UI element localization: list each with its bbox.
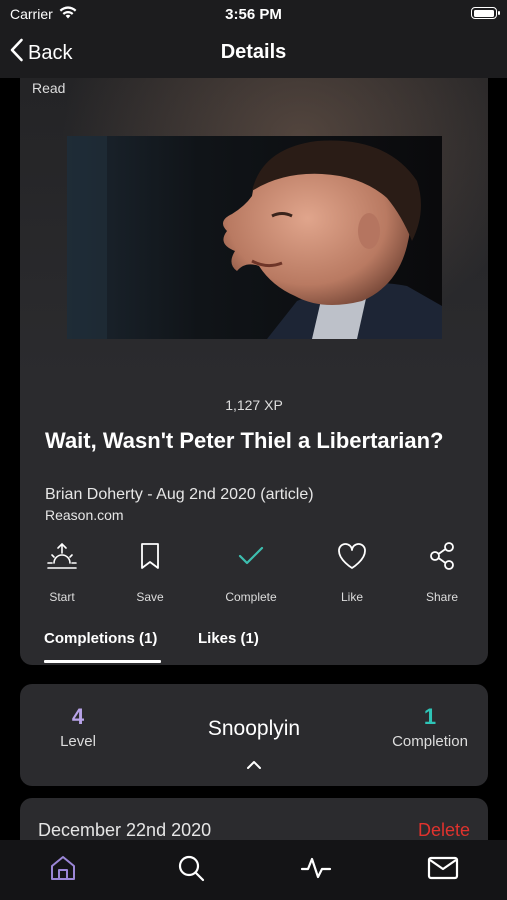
- page-title: Details: [220, 41, 287, 63]
- bottom-tab-bar: [0, 840, 507, 900]
- completion-entry-card: December 22nd 2020 Delete: [20, 798, 488, 840]
- mail-tab[interactable]: [425, 852, 461, 888]
- action-row: Start Save Complete Like Share: [20, 540, 488, 604]
- like-button[interactable]: Like: [317, 540, 387, 604]
- battery-icon: [471, 7, 500, 19]
- completion-label: Completion: [392, 733, 468, 750]
- save-label: Save: [136, 590, 164, 604]
- checkmark-icon: [216, 540, 286, 572]
- read-label: Read: [32, 80, 66, 96]
- clock: 3:56 PM: [225, 6, 282, 23]
- tab-completions[interactable]: Completions (1): [44, 630, 157, 647]
- scroll-content[interactable]: Read 1,127 XP Wait, Wasn't Peter Thiel a…: [0, 78, 507, 840]
- battery-fill: [473, 9, 494, 17]
- activity-icon: [300, 853, 332, 888]
- like-label: Like: [340, 590, 363, 604]
- start-button[interactable]: Start: [27, 540, 97, 604]
- chevron-up-icon[interactable]: [244, 757, 264, 775]
- bookmark-icon: [115, 540, 185, 572]
- article-card: Read 1,127 XP Wait, Wasn't Peter Thiel a…: [20, 78, 488, 665]
- share-icon: [407, 540, 477, 572]
- article-source[interactable]: Reason.com: [45, 507, 124, 523]
- home-icon: [48, 853, 78, 888]
- article-title: Wait, Wasn't Peter Thiel a Libertarian?: [45, 428, 444, 453]
- completion-date: December 22nd 2020: [38, 820, 212, 840]
- article-byline: Brian Doherty - Aug 2nd 2020 (article): [45, 486, 314, 503]
- status-bar: Carrier 3:56 PM: [0, 0, 507, 28]
- start-label: Start: [49, 590, 75, 604]
- delete-button[interactable]: Delete: [418, 820, 470, 840]
- search-icon: [176, 853, 206, 888]
- share-button[interactable]: Share: [407, 540, 477, 604]
- user-completion-card[interactable]: 4 Level Snooplyin 1 Completion: [20, 684, 488, 786]
- sunrise-icon: [27, 540, 97, 572]
- tab-likes[interactable]: Likes (1): [198, 630, 259, 647]
- completion-value: 1: [423, 704, 437, 729]
- home-tab[interactable]: [45, 852, 81, 888]
- search-tab[interactable]: [173, 852, 209, 888]
- xp-value: 1,127 XP: [225, 397, 283, 413]
- complete-button[interactable]: Complete: [216, 540, 286, 604]
- share-label: Share: [425, 590, 459, 604]
- active-tab-indicator: [44, 660, 161, 663]
- article-image: [67, 136, 442, 339]
- mail-icon: [427, 855, 459, 886]
- save-button[interactable]: Save: [115, 540, 185, 604]
- activity-tab[interactable]: [298, 852, 334, 888]
- complete-label: Complete: [225, 590, 277, 604]
- completion-stat: 1 Completion: [385, 704, 475, 750]
- heart-icon: [317, 540, 387, 572]
- navigation-bar: Back Details: [0, 28, 507, 78]
- segment-tabs: Completions (1) Likes (1): [20, 625, 488, 665]
